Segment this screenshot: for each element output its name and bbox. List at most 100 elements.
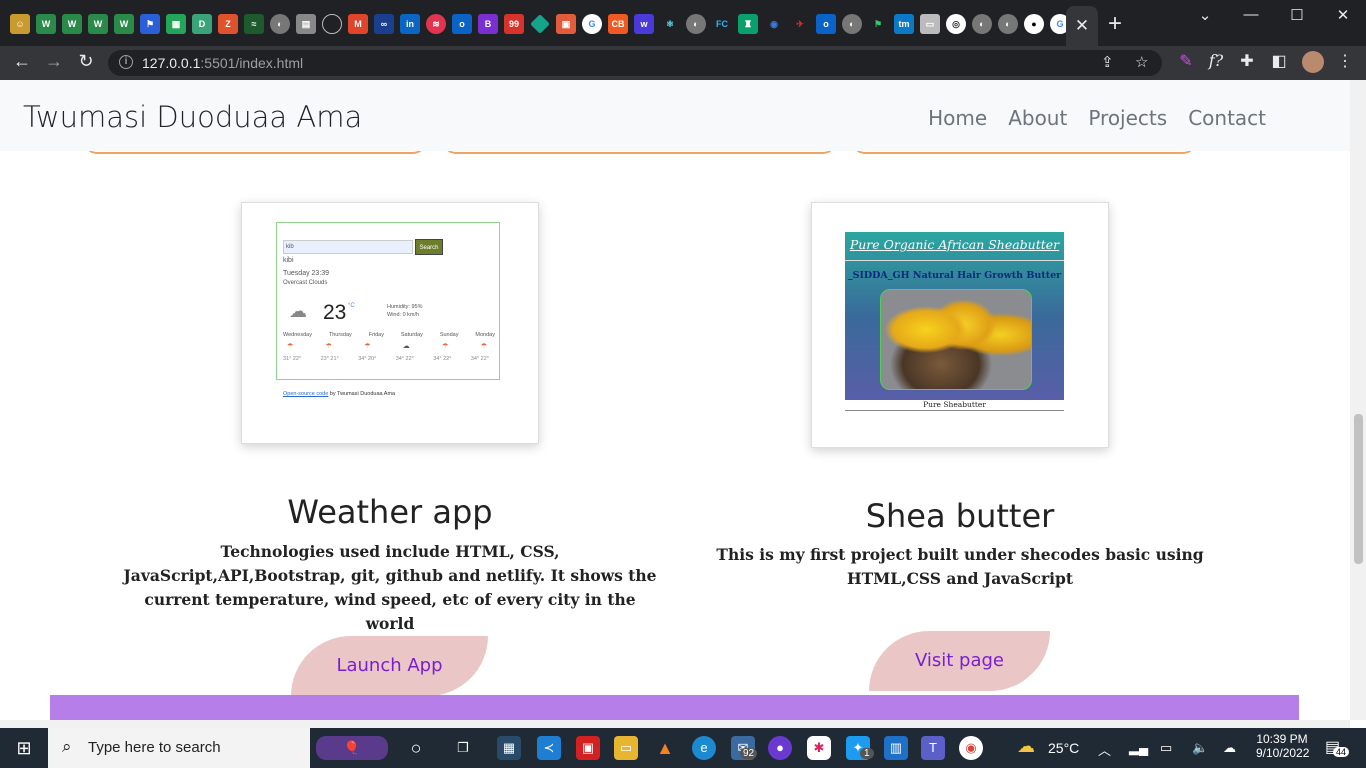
nav-contact[interactable]: Contact — [1188, 106, 1266, 130]
tab-favicon[interactable]: ◐ — [972, 14, 992, 34]
close-window-icon[interactable]: ✕ — [1331, 6, 1355, 24]
launch-app-button[interactable]: Launch App — [291, 636, 488, 696]
tab-favicon[interactable]: o — [816, 14, 836, 34]
share-icon[interactable]: ⇪ — [1101, 53, 1114, 71]
tab-favicon[interactable]: W — [62, 14, 82, 34]
url-text[interactable]: 127.0.0.1:5501/index.html — [142, 55, 303, 71]
active-tab[interactable]: ✕ — [1066, 6, 1098, 46]
teams-icon[interactable]: T — [921, 736, 945, 760]
tab-favicon[interactable]: o — [452, 14, 472, 34]
task-view-icon[interactable]: ❐ — [451, 736, 475, 760]
tab-favicon[interactable]: ♜ — [738, 14, 758, 34]
tab-favicon[interactable]: ⚑ — [868, 14, 888, 34]
side-panel-icon[interactable]: ◧ — [1268, 51, 1290, 71]
file-explorer-icon[interactable]: ▭ — [614, 736, 638, 760]
project-description-weather: Technologies used include HTML, CSS, Jav… — [123, 542, 657, 633]
app-blue-icon[interactable]: ▥ — [884, 736, 908, 760]
tab-favicon[interactable]: B — [478, 14, 498, 34]
tab-favicon[interactable]: w — [634, 14, 654, 34]
address-bar[interactable]: i 127.0.0.1:5501/index.html ⇪ ☆ — [108, 50, 1162, 76]
windows-taskbar: ⊞ ⌕ Type here to search 🎈 ○ ❐ ▦ ≺ ▣ ▭ ▲ … — [0, 728, 1366, 768]
extension-formula-icon[interactable]: f? — [1205, 51, 1227, 70]
site-info-icon[interactable]: i — [119, 55, 133, 69]
tab-favicon[interactable]: ▤ — [296, 14, 316, 34]
extension-pen-icon[interactable]: ✎ — [1175, 51, 1197, 71]
tab-favicon[interactable]: W — [88, 14, 108, 34]
tab-favicon[interactable]: ◉ — [764, 14, 784, 34]
network-icon[interactable]: ▂▄ — [1129, 740, 1148, 756]
back-icon[interactable]: ← — [10, 51, 34, 72]
tab-favicon[interactable]: tm — [894, 14, 914, 34]
tab-favicon[interactable]: ≈ — [244, 14, 264, 34]
github-tab-icon[interactable]: ● — [1024, 14, 1044, 34]
nav-projects[interactable]: Projects — [1088, 106, 1167, 130]
weather-cloud-icon[interactable]: ☁ — [1017, 736, 1035, 757]
new-tab-button[interactable]: + — [1108, 12, 1122, 36]
vscode-icon[interactable]: ≺ — [537, 736, 561, 760]
extensions-puzzle-icon[interactable]: ✚ — [1236, 51, 1258, 71]
tab-favicon[interactable]: ∞ — [374, 14, 394, 34]
tab-favicon[interactable] — [322, 14, 342, 34]
microsoft-store-icon[interactable]: ▦ — [497, 736, 521, 760]
app-red-icon[interactable]: ▣ — [576, 736, 600, 760]
page-viewport: Twumasi Duoduaa Ama Home About Projects … — [0, 80, 1350, 720]
tray-weather[interactable]: 25°C — [1048, 740, 1079, 756]
tab-favicon[interactable]: W — [114, 14, 134, 34]
chrome-icon[interactable]: ◉ — [959, 736, 983, 760]
maximize-icon[interactable]: ☐ — [1285, 6, 1309, 24]
nav-home[interactable]: Home — [928, 106, 987, 130]
vertical-scrollbar[interactable] — [1350, 80, 1366, 720]
bookmark-star-icon[interactable]: ☆ — [1135, 53, 1148, 71]
tab-favicon[interactable]: ⚛ — [660, 14, 680, 34]
onedrive-icon[interactable]: ☁ — [1223, 740, 1236, 756]
tab-favicon[interactable]: 99 — [504, 14, 524, 34]
tab-favicon[interactable]: ✈ — [790, 14, 810, 34]
tab-favicon[interactable]: ◐ — [998, 14, 1018, 34]
minimize-icon[interactable]: — — [1239, 6, 1263, 23]
battery-icon[interactable]: ▭ — [1160, 740, 1172, 756]
tray-chevron-icon[interactable]: ︿ — [1098, 740, 1111, 759]
tab-favicon[interactable]: ▣ — [556, 14, 576, 34]
weather-city-input: kib — [283, 240, 413, 254]
site-brand[interactable]: Twumasi Duoduaa Ama — [23, 100, 362, 134]
github-desktop-icon[interactable]: ● — [768, 736, 792, 760]
tab-favicon[interactable]: ☺ — [10, 14, 30, 34]
tab-favicon[interactable]: Z — [218, 14, 238, 34]
forward-icon[interactable]: → — [42, 51, 66, 72]
tab-favicon[interactable]: ◐ — [270, 14, 290, 34]
tab-favicon[interactable]: ◐ — [842, 14, 862, 34]
tab-favicon[interactable]: ▭ — [920, 14, 940, 34]
visit-page-button[interactable]: Visit page — [869, 631, 1050, 691]
windows-start-icon[interactable]: ⊞ — [12, 736, 36, 760]
tab-favicon[interactable]: ⚑ — [140, 14, 160, 34]
tab-favicon[interactable]: ▦ — [166, 14, 186, 34]
tab-favicon[interactable]: CB — [608, 14, 628, 34]
search-highlight-icon[interactable]: 🎈 — [316, 736, 388, 760]
volume-icon[interactable]: 🔈 — [1192, 740, 1208, 756]
profile-avatar[interactable] — [1302, 51, 1324, 73]
tab-favicon[interactable]: ◐ — [686, 14, 706, 34]
tab-favicon[interactable]: W — [36, 14, 56, 34]
close-tab-icon[interactable]: ✕ — [1075, 16, 1089, 36]
tab-favicon[interactable]: ◎ — [946, 14, 966, 34]
tab-favicon[interactable]: ≋ — [426, 14, 446, 34]
forecast-temp: 34° 20° — [358, 356, 377, 362]
reload-icon[interactable]: ↻ — [74, 51, 98, 72]
taskbar-search[interactable]: ⌕ Type here to search — [48, 728, 310, 768]
slack-icon[interactable]: ✱ — [807, 736, 831, 760]
cortana-icon[interactable]: ○ — [404, 736, 428, 760]
tab-favicon[interactable]: M — [348, 14, 368, 34]
tab-favicon[interactable] — [530, 14, 550, 34]
horizontal-scrollbar[interactable] — [0, 720, 1350, 728]
menu-dots-icon[interactable]: ⋮ — [1334, 51, 1356, 71]
tab-favicon[interactable]: G — [582, 14, 602, 34]
clock[interactable]: 10:39 PM 9/10/2022 — [1256, 732, 1309, 760]
tab-search-chevron-icon[interactable]: ⌄ — [1193, 6, 1217, 24]
edge-icon[interactable]: e — [692, 736, 716, 760]
tab-favicon[interactable]: in — [400, 14, 420, 34]
vlc-icon[interactable]: ▲ — [653, 736, 677, 760]
nav-about[interactable]: About — [1008, 106, 1067, 130]
vertical-scrollbar-thumb[interactable] — [1354, 414, 1363, 564]
tab-favicon[interactable]: FC — [712, 14, 732, 34]
tab-favicon[interactable]: D — [192, 14, 212, 34]
